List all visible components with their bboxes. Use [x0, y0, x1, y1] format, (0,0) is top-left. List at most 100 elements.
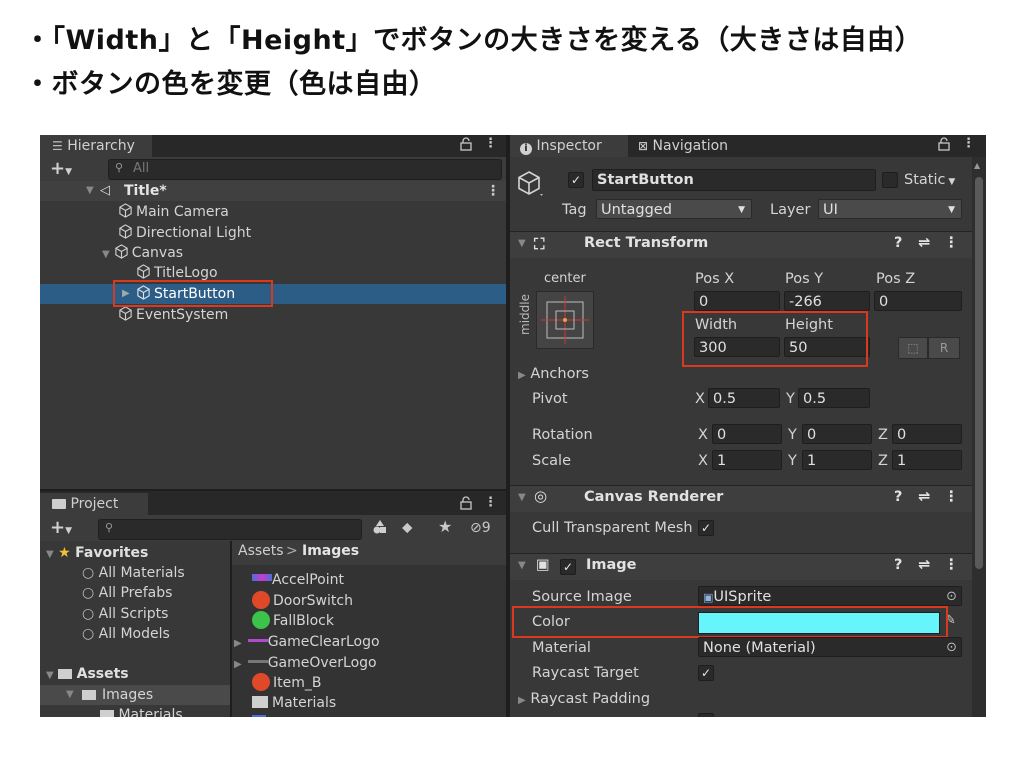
kebab-menu-icon[interactable]: ⋮	[484, 136, 497, 151]
project-tab[interactable]: Project	[40, 493, 148, 515]
hierarchy-item-startbutton[interactable]: ▶ StartButton	[40, 284, 506, 304]
file-item-b[interactable]: Item_B	[252, 673, 321, 693]
pos-y-field[interactable]: -266	[784, 291, 870, 311]
favorite-star-icon[interactable]: ★	[438, 517, 452, 536]
static-dropdown[interactable]: Static ▼	[904, 170, 955, 192]
file-accelpoint[interactable]: AccelPoint	[252, 570, 344, 590]
hierarchy-item-canvas[interactable]: ▼ Canvas	[102, 243, 183, 263]
help-icon[interactable]: ?	[894, 235, 902, 251]
fav-all-models[interactable]: ○ All Models	[82, 624, 170, 644]
object-picker-icon[interactable]: ⊙	[946, 587, 957, 605]
scrollbar-thumb[interactable]	[975, 177, 983, 569]
pos-x-field[interactable]: 0	[694, 291, 780, 311]
file-gameoverlogo[interactable]: ▶ GameOverLogo	[234, 653, 377, 673]
hidden-packages-toggle[interactable]: ⊘9	[470, 520, 491, 536]
breadcrumb-current[interactable]: Images	[302, 543, 359, 559]
image-enabled-checkbox[interactable]: ✓	[560, 559, 576, 575]
images-label: Images	[102, 687, 154, 703]
source-image-value: UISprite	[713, 589, 772, 605]
lock-icon[interactable]	[938, 137, 950, 155]
image-component-header[interactable]: ▼ ▣ ✓ Image ? ⇌ ⋮	[510, 553, 972, 580]
component-menu-icon[interactable]: ⋮	[944, 489, 959, 505]
anchor-preset-button[interactable]	[536, 291, 594, 349]
maskable-checkbox[interactable]	[698, 713, 714, 717]
cull-transparent-mesh-checkbox[interactable]: ✓	[698, 520, 714, 536]
presets-icon[interactable]: ⇌	[918, 235, 930, 251]
sprite-thumbnail-icon	[252, 715, 266, 717]
item-label: Main Camera	[136, 204, 229, 220]
pivot-y-field[interactable]: 0.5	[798, 388, 870, 408]
hierarchy-item-eventsystem[interactable]: EventSystem	[118, 305, 228, 325]
hierarchy-search-input[interactable]: ⚲ All	[108, 159, 502, 180]
unity-editor-screenshot: ☰ Hierarchy ⋮ +▼ ⚲ All ▼ ◁ Title* ⋮ Main…	[40, 135, 986, 717]
add-icon[interactable]: +▼	[50, 158, 72, 179]
images-folder-row[interactable]: ▼ Images	[40, 685, 230, 705]
filter-by-label-icon[interactable]: ⬥	[402, 518, 413, 536]
pivot-x-field[interactable]: 0.5	[708, 388, 780, 408]
file-materials-folder[interactable]: Materials	[252, 693, 336, 713]
raw-edit-button[interactable]: R	[928, 337, 960, 359]
kebab-menu-icon[interactable]: ⋮	[484, 495, 497, 510]
fav-all-prefabs[interactable]: ○ All Prefabs	[82, 583, 172, 603]
scale-y-field[interactable]: 1	[802, 450, 872, 470]
scale-label: Scale	[532, 453, 572, 469]
component-menu-icon[interactable]: ⋮	[944, 557, 959, 573]
object-picker-icon[interactable]: ⊙	[946, 638, 957, 656]
gameobject-cube-icon	[137, 264, 150, 279]
lock-icon[interactable]	[460, 137, 472, 155]
navigation-tab[interactable]: ⊠ Navigation	[638, 135, 728, 157]
scene-row[interactable]: ▼ ◁ Title* ⋮	[40, 181, 506, 201]
object-name-field[interactable]: StartButton	[592, 169, 876, 191]
favorites-row[interactable]: ▼ ★ Favorites	[46, 543, 148, 563]
active-checkbox[interactable]: ✓	[568, 172, 584, 188]
breadcrumb-root[interactable]: Assets	[238, 543, 284, 559]
filter-by-type-icon[interactable]	[372, 519, 388, 539]
layer-dropdown[interactable]: UI ▼	[818, 199, 962, 219]
source-image-field[interactable]: ▣UISprite ⊙	[698, 586, 962, 606]
help-icon[interactable]: ?	[894, 557, 902, 573]
presets-icon[interactable]: ⇌	[918, 557, 930, 573]
inspector-scrollbar[interactable]: ▲	[972, 157, 986, 717]
collapse-arrow-icon: ▶	[518, 370, 526, 381]
presets-icon[interactable]: ⇌	[918, 489, 930, 505]
hierarchy-tab[interactable]: ☰ Hierarchy	[40, 135, 152, 157]
file-gameclearlogo[interactable]: ▶ GameClearLogo	[234, 632, 380, 652]
file-doorswitch[interactable]: DoorSwitch	[252, 591, 353, 611]
material-field[interactable]: None (Material) ⊙	[698, 637, 962, 657]
anchors-foldout[interactable]: ▶ Anchors	[518, 364, 589, 386]
scene-menu-icon[interactable]: ⋮	[486, 181, 500, 201]
raycast-padding-foldout[interactable]: ▶ Raycast Padding	[518, 689, 650, 711]
scale-x-field[interactable]: 1	[712, 450, 782, 470]
pos-z-field[interactable]: 0	[874, 291, 962, 311]
source-image-label: Source Image	[532, 589, 632, 605]
lock-icon[interactable]	[460, 496, 472, 514]
item-label: TitleLogo	[154, 265, 218, 281]
scroll-up-icon[interactable]: ▲	[974, 161, 980, 170]
scale-z-axis-label: Z	[878, 453, 888, 469]
chevron-down-icon: ▼	[945, 177, 956, 187]
tag-dropdown[interactable]: Untagged ▼	[596, 199, 752, 219]
rotation-x-field[interactable]: 0	[712, 424, 782, 444]
component-menu-icon[interactable]: ⋮	[944, 235, 959, 251]
rotation-z-field[interactable]: 0	[892, 424, 962, 444]
kebab-menu-icon[interactable]: ⋮	[962, 136, 975, 151]
search-icon: ○	[82, 565, 95, 581]
help-icon[interactable]: ?	[894, 489, 902, 505]
rotation-y-field[interactable]: 0	[802, 424, 872, 444]
raycast-target-checkbox[interactable]: ✓	[698, 665, 714, 681]
hierarchy-item-main-camera[interactable]: Main Camera	[118, 202, 229, 222]
static-checkbox[interactable]	[882, 172, 898, 188]
canvas-renderer-header[interactable]: ▼ ◎ Canvas Renderer ? ⇌ ⋮	[510, 485, 972, 512]
fav-all-scripts[interactable]: ○ All Scripts	[82, 604, 168, 624]
blueprint-mode-icon[interactable]: ⬚	[898, 337, 928, 359]
hierarchy-item-directional-light[interactable]: Directional Light	[118, 223, 251, 243]
fav-all-materials[interactable]: ○ All Materials	[82, 563, 185, 583]
create-icon[interactable]: +▼	[50, 517, 72, 538]
project-search-input[interactable]: ⚲	[98, 519, 362, 540]
rect-transform-header[interactable]: ▼ ⛶ Rect Transform ? ⇌ ⋮	[510, 231, 972, 258]
file-fallblock[interactable]: FallBlock	[252, 611, 334, 631]
scale-z-field[interactable]: 1	[892, 450, 962, 470]
assets-folder-row[interactable]: ▼ Assets	[46, 664, 129, 684]
materials-folder-row[interactable]: Materials	[100, 705, 183, 717]
inspector-tab[interactable]: i Inspector	[510, 135, 628, 157]
